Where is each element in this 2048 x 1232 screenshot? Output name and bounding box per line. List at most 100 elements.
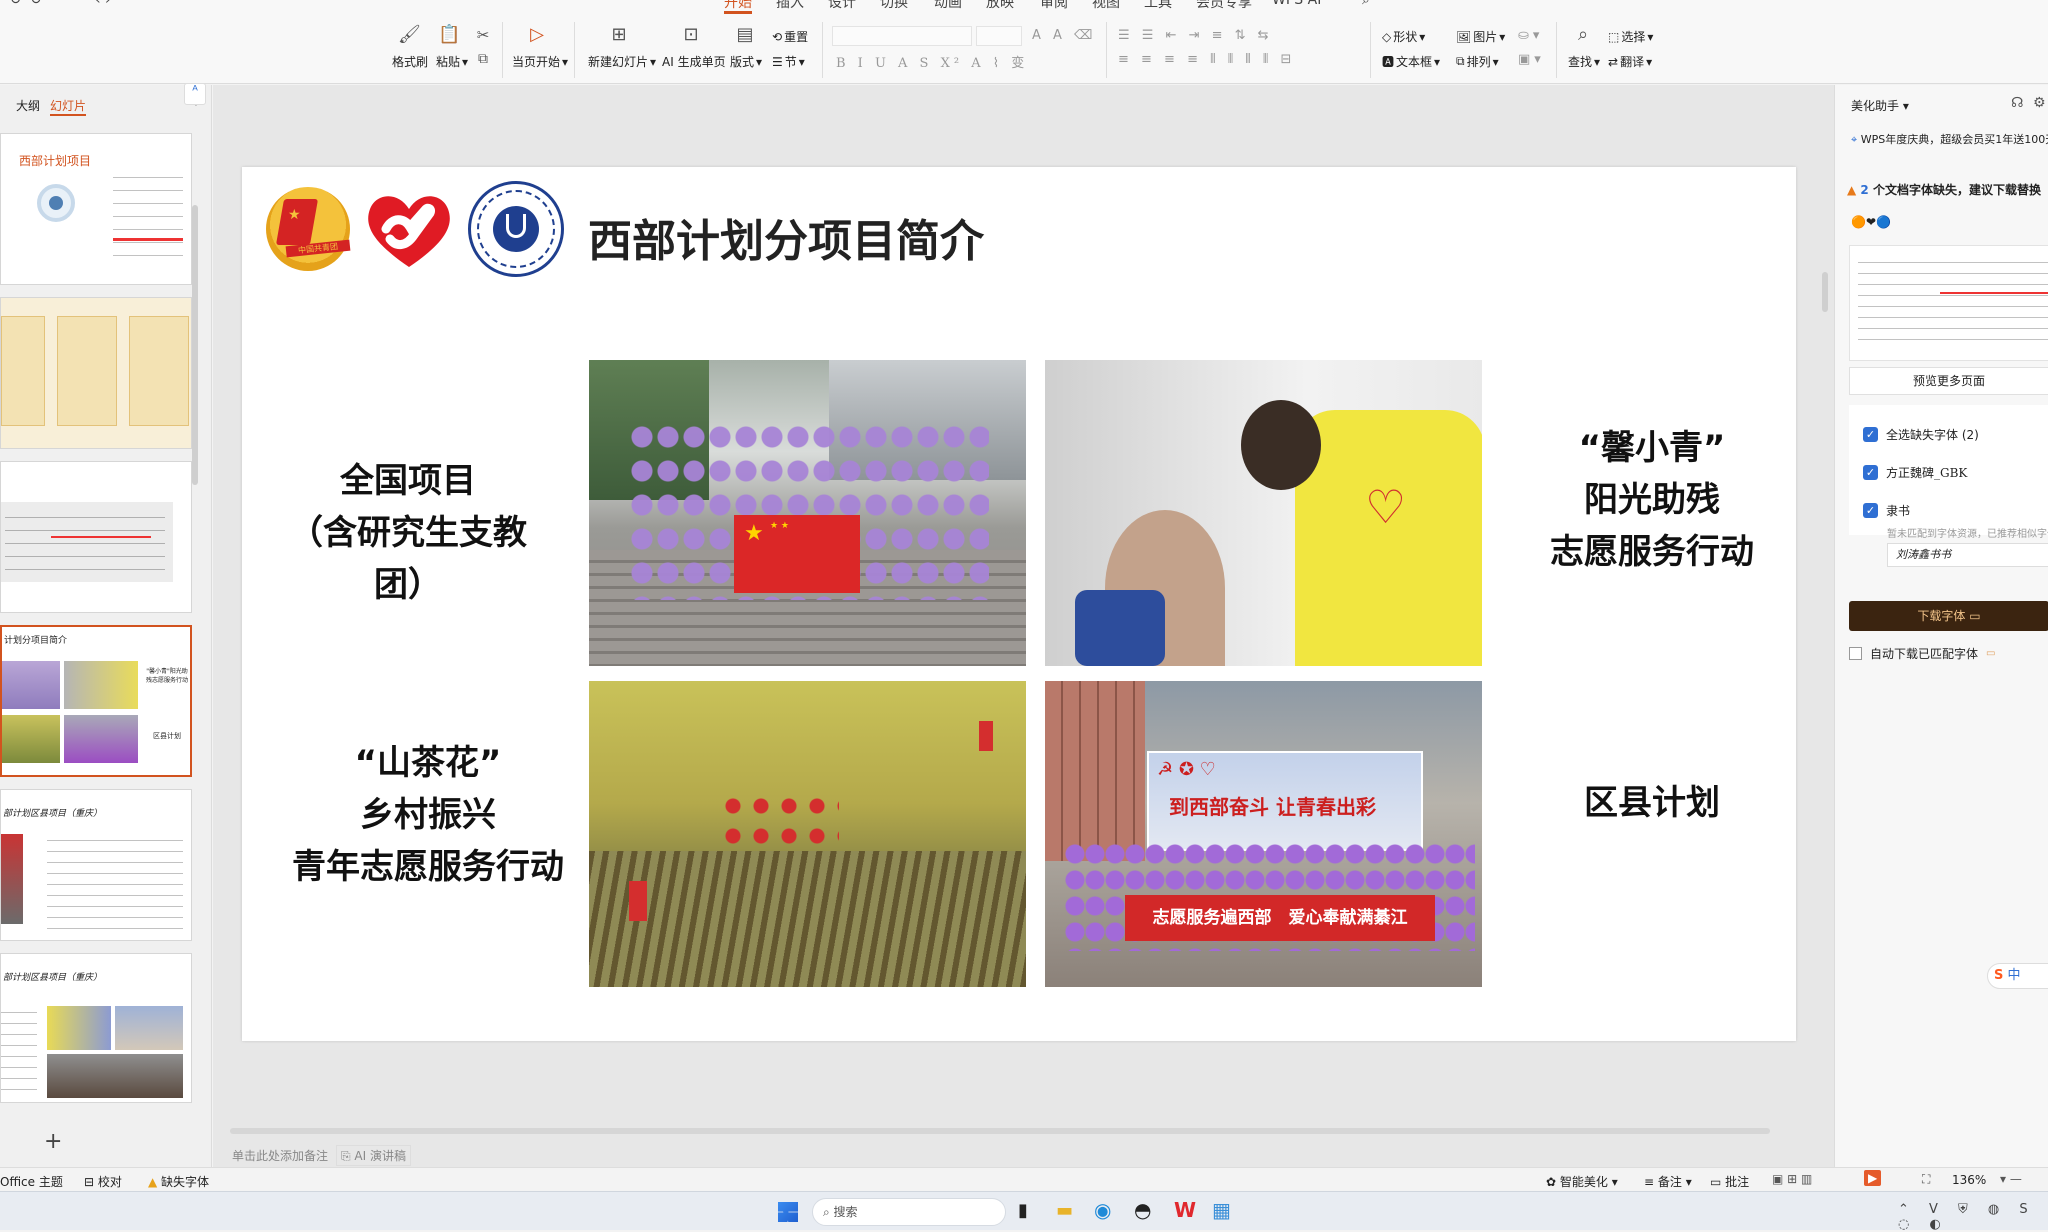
slide-thumbnail-4-selected[interactable]: 计划分项目简介 "馨小青"阳光助残志愿服务行动 区县计划 bbox=[0, 625, 192, 777]
photo-workers bbox=[719, 791, 839, 851]
wps-icon[interactable]: W bbox=[1174, 1198, 1196, 1222]
taskbar-search[interactable]: ⌕ 搜索 bbox=[812, 1198, 1006, 1226]
label-national-project[interactable]: 全国项目 （含研究生支教团） bbox=[278, 455, 538, 611]
reset-button[interactable]: ⟲ 重置 bbox=[772, 28, 808, 45]
redo-icon[interactable]: ↻ bbox=[30, 0, 42, 8]
textbox-button[interactable]: 🅰 文本框 ▾ bbox=[1382, 53, 1440, 70]
photo-xinxiaoqing[interactable]: ♡ bbox=[1045, 360, 1482, 666]
app-icon[interactable]: ▦ bbox=[1212, 1198, 1231, 1222]
new-slide-icon[interactable]: ⊞ bbox=[608, 24, 630, 46]
cut-icon[interactable]: ✂ bbox=[472, 24, 494, 46]
tab-wps-ai[interactable]: WPS AI bbox=[1272, 0, 1321, 8]
font-checkbox-1[interactable]: ✓ 方正魏碑_GBK bbox=[1863, 464, 1967, 481]
proofread-button[interactable]: ⊟ 校对 bbox=[84, 1173, 122, 1190]
layout-button[interactable]: 版式 ▾ bbox=[730, 53, 762, 70]
translate-button[interactable]: ⇄ 翻译 ▾ bbox=[1608, 53, 1652, 70]
ai-speech-button[interactable]: ⎘ AI 演讲稿 bbox=[336, 1145, 411, 1166]
search-icon[interactable]: ⌕ bbox=[1362, 0, 1370, 8]
tab-insert[interactable]: 插入 bbox=[776, 0, 804, 12]
play-slideshow-button[interactable]: ▶ bbox=[1864, 1170, 1882, 1186]
tab-view[interactable]: 视图 bbox=[1092, 0, 1120, 12]
select-button[interactable]: ⬚ 选择 ▾ bbox=[1608, 28, 1653, 45]
ai-generate-button[interactable]: AI 生成单页 bbox=[662, 53, 726, 70]
tab-home[interactable]: 开始 bbox=[724, 0, 752, 14]
add-slide-button[interactable]: + bbox=[44, 1129, 62, 1154]
zoom-level[interactable]: 136% bbox=[1952, 1173, 1986, 1187]
picture-button[interactable]: 🖼 图片 ▾ bbox=[1456, 28, 1505, 45]
tab-animations[interactable]: 动画 bbox=[934, 0, 962, 12]
theme-name[interactable]: Office 主题 bbox=[0, 1173, 63, 1190]
tab-slideshow[interactable]: 放映 bbox=[986, 0, 1014, 12]
view-mode-icons[interactable]: ▣ ⊞ ▥ bbox=[1772, 1172, 1812, 1186]
headset-icon[interactable]: ☊ bbox=[2011, 95, 2023, 111]
windows-start-icon[interactable] bbox=[778, 1202, 798, 1222]
vertical-scrollbar[interactable] bbox=[1822, 272, 1828, 312]
tab-member[interactable]: 会员专享 bbox=[1196, 0, 1252, 12]
slide-thumbnail-5[interactable]: 部计划区县项目（重庆） bbox=[0, 789, 192, 941]
font-size-select[interactable] bbox=[976, 26, 1022, 46]
fit-window-icon[interactable]: ⛶ bbox=[1922, 1172, 1930, 1187]
horizontal-scrollbar[interactable] bbox=[230, 1128, 1770, 1134]
panel-title[interactable]: 美化助手 ▾ bbox=[1851, 97, 1909, 114]
shape-button[interactable]: ◇ 形状 ▾ bbox=[1382, 28, 1425, 45]
file-explorer-icon[interactable]: ▬ bbox=[1056, 1200, 1073, 1221]
back-icon[interactable]: ↺ bbox=[10, 0, 22, 8]
paste-button[interactable]: 粘贴 ▾ bbox=[436, 53, 468, 70]
find-icon[interactable]: ⌕ bbox=[1572, 24, 1594, 46]
tab-design[interactable]: 设计 bbox=[828, 0, 856, 12]
thumbnail-scrollbar[interactable] bbox=[192, 205, 198, 485]
notes-placeholder[interactable]: 单击此处添加备注 bbox=[232, 1147, 328, 1164]
notes-button[interactable]: ≡ 备注 ▾ bbox=[1644, 1173, 1692, 1190]
format-painter-icon[interactable]: 🖌 bbox=[398, 24, 421, 46]
tab-review[interactable]: 审阅 bbox=[1040, 0, 1068, 12]
system-tray-icons[interactable]: ⌃ V ⛨ ◍ S ◌ ◐ bbox=[1898, 1202, 2048, 1232]
page-preview[interactable] bbox=[1849, 245, 2048, 361]
auto-download-checkbox[interactable]: 自动下载已匹配字体 ▭ bbox=[1849, 645, 1995, 662]
tab-slides[interactable]: 幻灯片 bbox=[50, 97, 87, 116]
nav-arrows-icon[interactable]: ‹ › bbox=[95, 0, 111, 8]
copy-icon[interactable]: ⧉ bbox=[472, 48, 494, 70]
arrange-button[interactable]: ⧉ 排列 ▾ bbox=[1456, 53, 1499, 70]
paste-icon[interactable]: 📋 bbox=[438, 24, 460, 46]
replacement-font-select[interactable]: 刘涛鑫书书 bbox=[1887, 543, 2048, 567]
zoom-controls[interactable]: ▾ — bbox=[2000, 1172, 2022, 1186]
qq-icon[interactable]: ◓ bbox=[1134, 1198, 1151, 1222]
comments-button[interactable]: ▭ 批注 bbox=[1710, 1173, 1749, 1190]
photo-county-plan[interactable]: ☭ ✪ ♡ 到西部奋斗 让青春出彩 志愿服务遍西部 爱心奉献满綦江 bbox=[1045, 681, 1482, 987]
tab-tools[interactable]: 工具 bbox=[1144, 0, 1172, 12]
format-painter-button[interactable]: 格式刷 bbox=[392, 53, 428, 70]
find-button[interactable]: 查找 ▾ bbox=[1568, 53, 1600, 70]
ai-generate-icon[interactable]: ⊡ bbox=[680, 24, 702, 46]
slide-thumbnail-3[interactable] bbox=[0, 461, 192, 613]
new-slide-button[interactable]: 新建幻灯片 ▾ bbox=[588, 53, 656, 70]
smart-beautify-button[interactable]: ✿ 智能美化 ▾ bbox=[1546, 1173, 1618, 1190]
label-xinxiaoqing[interactable]: “馨小青” 阳光助残 志愿服务行动 bbox=[1522, 422, 1782, 578]
ai-float-icon[interactable]: ᴬ bbox=[184, 83, 206, 105]
label-shanchahua[interactable]: “山茶花” 乡村振兴 青年志愿服务行动 bbox=[278, 737, 578, 893]
tab-transitions[interactable]: 切换 bbox=[880, 0, 908, 12]
select-all-missing-checkbox[interactable]: ✓ 全选缺失字体 (2) bbox=[1863, 426, 1979, 443]
edge-icon[interactable]: ◉ bbox=[1094, 1198, 1111, 1222]
promo-banner[interactable]: ⌖ WPS年度庆典，超级会员买1年送100天 bbox=[1851, 131, 2048, 147]
section-button[interactable]: ☰ 节 ▾ bbox=[772, 53, 805, 70]
font-family-select[interactable] bbox=[832, 26, 972, 46]
slide-thumbnail-2[interactable] bbox=[0, 297, 192, 449]
slide-thumbnail-1[interactable]: 西部计划项目 bbox=[0, 133, 192, 285]
task-view-icon[interactable]: ▮ bbox=[1018, 1200, 1028, 1221]
layout-icon[interactable]: ▤ bbox=[734, 24, 756, 46]
label-county-plan[interactable]: 区县计划 bbox=[1522, 777, 1782, 829]
font-checkbox-2[interactable]: ✓ 隶书 bbox=[1863, 502, 1910, 519]
play-icon[interactable]: ▷ bbox=[526, 24, 548, 46]
download-font-button[interactable]: 下载字体 ▭ bbox=[1849, 601, 2048, 631]
missing-font-status[interactable]: ▲ 缺失字体 bbox=[148, 1173, 209, 1190]
photo-shanchahua[interactable] bbox=[589, 681, 1026, 987]
photo-national-project[interactable]: ★ ★ ★ bbox=[589, 360, 1026, 666]
preview-more-button[interactable]: 预览更多页面 bbox=[1849, 367, 2048, 395]
from-current-button[interactable]: 当页开始 ▾ bbox=[512, 53, 568, 70]
ime-floating-bar[interactable]: S 中 bbox=[1987, 963, 2048, 989]
tab-outline[interactable]: 大纲 bbox=[16, 97, 40, 114]
slide-title[interactable]: 西部计划分项目简介 bbox=[588, 205, 984, 269]
gear-icon[interactable]: ⚙ bbox=[2033, 95, 2046, 111]
slide[interactable]: ★ 中国共青团 西部计划分项目简介 全国项目 （含研究生支教团） “馨小青” 阳… bbox=[184, 83, 1796, 1041]
slide-thumbnail-6[interactable]: 部计划区县项目（重庆） bbox=[0, 953, 192, 1103]
